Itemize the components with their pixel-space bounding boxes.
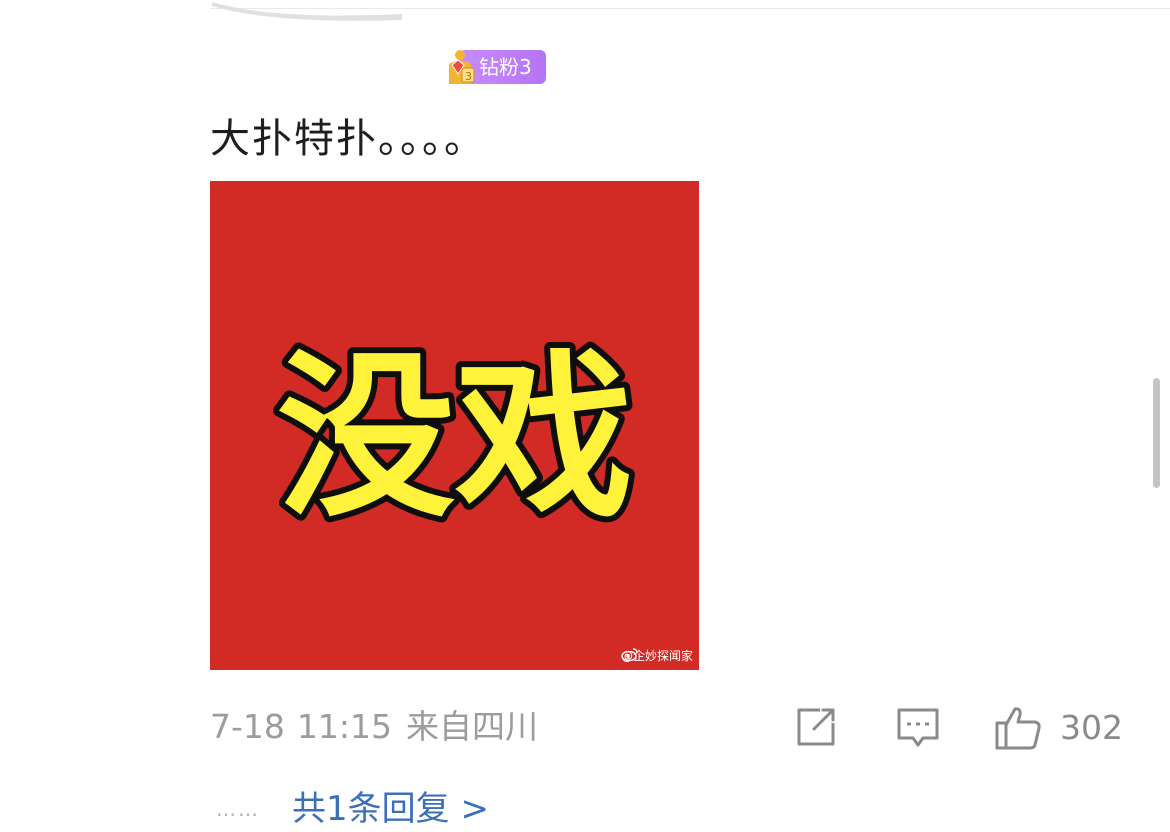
thumbs-up-icon [995,707,1041,750]
like-count: 302 [1060,708,1123,747]
fan-level-badge[interactable]: 3 钻粉3 [445,48,546,86]
comment-date: 7-18 [210,707,285,746]
comment-time: 11:15 [296,707,393,746]
replies-row: …… 共1条回复 > [216,786,489,832]
diamond-fan-crest-icon: 3 [449,50,475,84]
previous-item-edge [212,2,402,21]
reply-ellipsis: …… [216,797,260,821]
meme-caption-graphic: 没戏 [271,328,639,547]
share-button[interactable] [794,705,838,749]
meme-caption-text: 没戏 [277,334,633,541]
badge-label: 钻粉3 [479,55,532,79]
comment-location: 来自四川 [406,707,539,746]
comment-image[interactable]: 没戏 @企妙探闻家 [210,181,699,670]
image-watermark: @企妙探闻家 [621,647,693,664]
scrollbar-thumb[interactable] [1153,378,1160,488]
view-replies-link[interactable]: 共1条回复 > [292,786,489,832]
weibo-icon [621,648,638,661]
comment-icon [897,708,939,747]
comment-text: 大扑特扑。。。。 [210,116,486,162]
reply-button[interactable] [896,705,940,749]
like-button[interactable]: 302 [994,705,1123,751]
comment-meta: 7-18 11:15 来自四川 [210,704,538,750]
share-icon [797,708,835,746]
svg-text:3: 3 [465,70,472,83]
